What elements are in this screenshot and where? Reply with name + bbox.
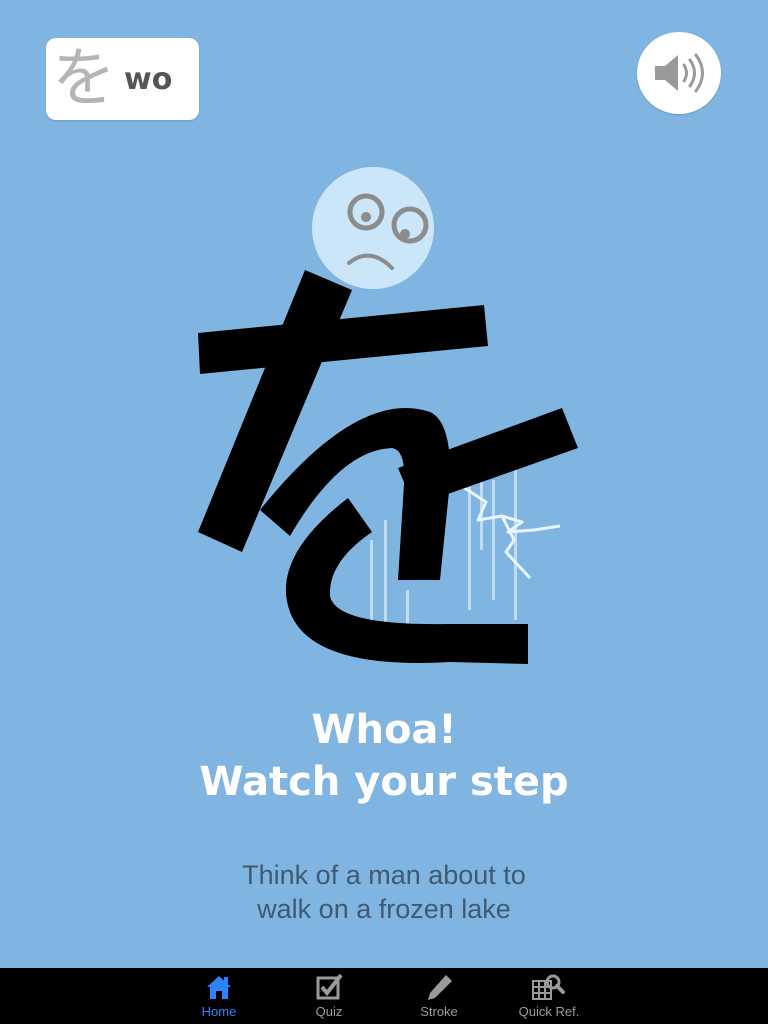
tab-quick-ref[interactable]: Quick Ref. [494,968,604,1024]
kana-character: を [52,42,116,116]
sound-button[interactable] [637,32,721,114]
mnemonic-illustration [130,150,640,680]
headline-line-2: Watch your step [199,759,569,805]
worried-face [312,167,434,289]
kana-badge: を wo [46,38,199,120]
kana-romaji: wo [124,61,173,97]
pencil-icon [428,975,452,1000]
headline-line-1: Whoa! [311,707,457,753]
tab-home[interactable]: Home [164,968,274,1024]
tab-home-label: Home [201,1004,237,1019]
wo-character-strokes [198,270,578,664]
tab-stroke[interactable]: Stroke [384,968,494,1024]
speaker-icon [655,53,704,93]
grid-search-icon [532,974,565,1000]
tab-quiz[interactable]: Quiz [274,968,384,1024]
hint-line-1: Think of a man about to [242,860,526,890]
hint-line-2: walk on a frozen lake [257,894,511,924]
tab-quiz-label: Quiz [315,1004,343,1019]
home-icon [207,976,231,999]
tab-stroke-label: Stroke [420,1004,458,1019]
ice-crack [459,483,561,580]
tab-quick-ref-label: Quick Ref. [518,1004,580,1019]
checkbox-icon [316,973,343,1000]
tab-bar: Home Quiz Stroke Quick Ref. [0,968,768,1024]
